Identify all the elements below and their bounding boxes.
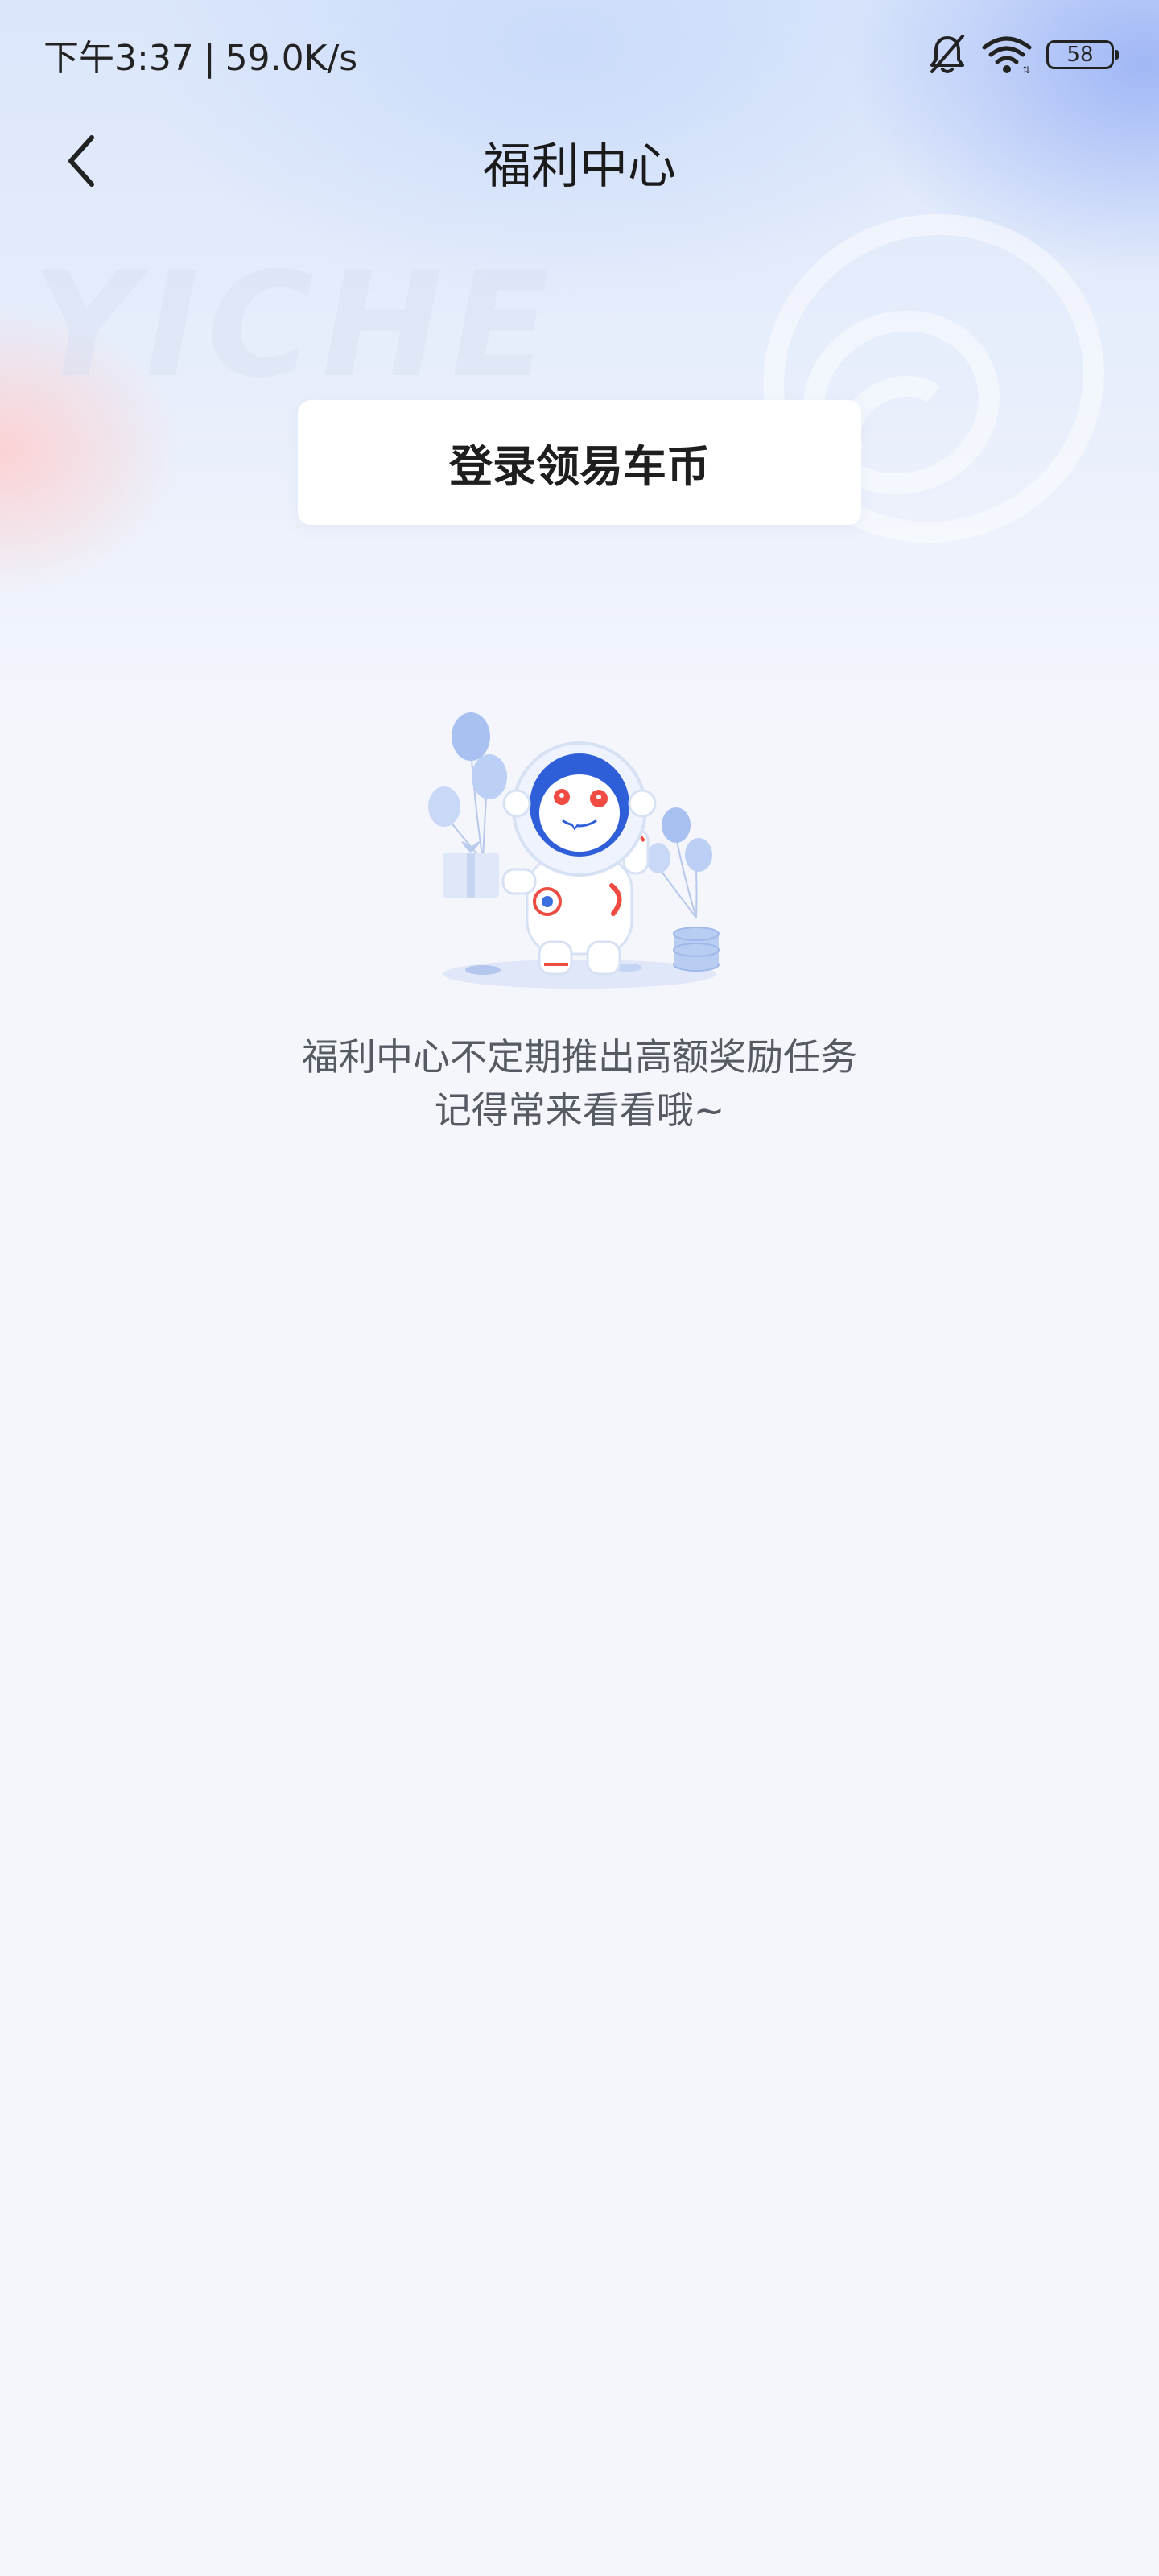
header-background: YICHE [0, 0, 1159, 741]
nav-bar: 福利中心 [0, 113, 1159, 201]
battery-icon: 58 [1046, 40, 1119, 69]
wifi-icon: ⇅ [982, 36, 1032, 75]
battery-level: 58 [1066, 43, 1094, 67]
login-claim-coins-button[interactable]: 登录领易车币 [298, 400, 861, 525]
network-speed: 59.0K/s [225, 38, 358, 79]
page-title: 福利中心 [483, 138, 676, 195]
watermark-text: YICHE [32, 242, 559, 410]
empty-message-line1: 福利中心不定期推出高额奖励任务 [302, 1035, 857, 1079]
status-time: 下午3:37 [43, 38, 194, 79]
empty-message-line2: 记得常来看看哦~ [434, 1088, 725, 1132]
status-separator: | [203, 38, 216, 79]
status-bar: 下午3:37 | 59.0K/s ⇅ 58 [0, 0, 1159, 105]
status-icons: ⇅ 58 [927, 32, 1119, 77]
astronaut-mascot-icon [428, 712, 720, 989]
status-left: 下午3:37 | 59.0K/s [43, 29, 357, 80]
bell-muted-icon [930, 35, 964, 73]
empty-message: 福利中心不定期推出高额奖励任务 记得常来看看哦~ [0, 1030, 1159, 1137]
svg-text:⇅: ⇅ [1022, 64, 1030, 75]
